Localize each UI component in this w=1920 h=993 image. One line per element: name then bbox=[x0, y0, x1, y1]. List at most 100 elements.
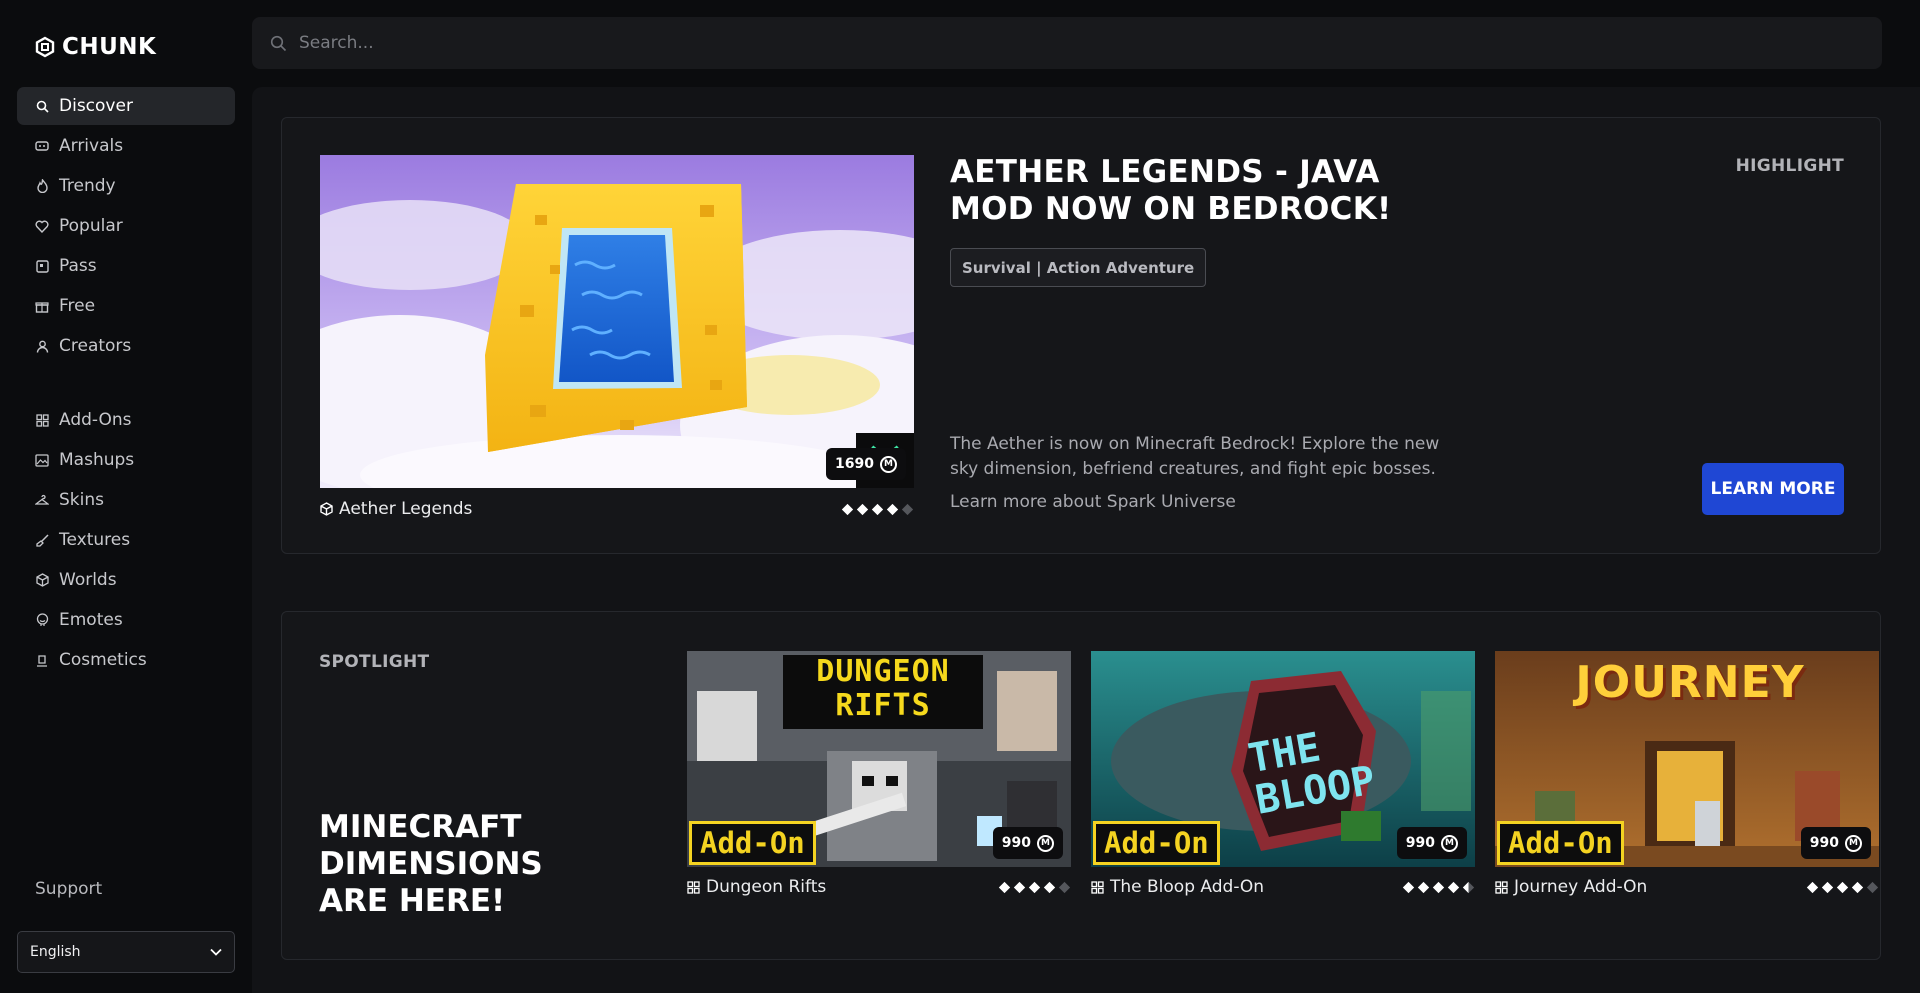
sidebar-item-label: Worlds bbox=[59, 570, 117, 590]
addon-icon bbox=[35, 413, 49, 427]
chevron-down-icon bbox=[210, 948, 222, 956]
sidebar-item-worlds[interactable]: Worlds bbox=[17, 561, 235, 599]
heart-icon bbox=[35, 219, 49, 233]
spotlight-title: MINECRAFT DIMENSIONS ARE HERE! bbox=[319, 809, 543, 919]
sidebar-item-label: Pass bbox=[59, 256, 97, 276]
language-value: English bbox=[30, 944, 81, 960]
product-title[interactable]: Aether Legends bbox=[320, 499, 472, 519]
product-cover[interactable]: THE BLOOP Add-On 990 M bbox=[1091, 651, 1475, 867]
spotlight-label: SPOTLIGHT bbox=[319, 652, 430, 672]
rating-stars bbox=[998, 881, 1071, 894]
sidebar-item-mashups[interactable]: Mashups bbox=[17, 441, 235, 479]
product-title[interactable]: The Bloop Add-On bbox=[1091, 877, 1264, 897]
highlight-card: 1690 M Aether Legends AETHER LEGENDS - J… bbox=[281, 117, 1881, 554]
sidebar-item-label: Arrivals bbox=[59, 136, 124, 156]
addon-badge: Add-On bbox=[1497, 821, 1624, 865]
gift-icon bbox=[35, 299, 49, 313]
aether-legends-cover[interactable]: 1690 M bbox=[320, 155, 914, 488]
rating-diamond-icon bbox=[901, 503, 914, 515]
sidebar-item-label: Free bbox=[59, 296, 96, 316]
search-bar[interactable]: Search... bbox=[252, 17, 1882, 69]
art-title: DUNGEON RIFTS bbox=[816, 654, 950, 723]
price-badge: 990 M bbox=[992, 827, 1063, 859]
sidebar-item-label: Emotes bbox=[59, 610, 123, 630]
sidebar-item-label: Cosmetics bbox=[59, 650, 147, 670]
price-badge: 990 M bbox=[1800, 827, 1871, 859]
product-name: The Bloop Add-On bbox=[1110, 877, 1265, 897]
addon-icon bbox=[687, 880, 700, 894]
support-link[interactable]: Support bbox=[35, 879, 102, 899]
sidebar-item-add-ons[interactable]: Add-Ons bbox=[17, 401, 235, 439]
price-value: 990 bbox=[1405, 835, 1435, 851]
product-card-journey[interactable]: JOURNEY Add-On 990 M Journey Add-On bbox=[1495, 651, 1879, 897]
pass-icon bbox=[35, 259, 49, 273]
sidebar-item-popular[interactable]: Popular bbox=[17, 207, 235, 245]
sidebar-item-creators[interactable]: Creators bbox=[17, 327, 235, 365]
product-name: Dungeon Rifts bbox=[706, 877, 827, 897]
sidebar-item-emotes[interactable]: Emotes bbox=[17, 601, 235, 639]
spotlight-section: SPOTLIGHT MINECRAFT DIMENSIONS ARE HERE!… bbox=[281, 611, 1881, 960]
minecoin-icon: M bbox=[880, 455, 897, 473]
minecoin-icon: M bbox=[1441, 834, 1458, 852]
product-caption: Aether Legends bbox=[320, 499, 914, 519]
highlight-label: HIGHLIGHT bbox=[1735, 156, 1844, 176]
rating-stars bbox=[1806, 881, 1879, 894]
product-cover[interactable]: JOURNEY Add-On 990 M bbox=[1495, 651, 1879, 867]
ticket-icon bbox=[35, 139, 49, 153]
rating-diamond-icon bbox=[1417, 881, 1430, 893]
minecoin-icon: M bbox=[1845, 834, 1862, 852]
product-card-dungeon-rifts[interactable]: DUNGEON RIFTS Add-On 990 M Dungeon Rifts bbox=[687, 651, 1071, 897]
rating-diamond-icon bbox=[1821, 881, 1834, 893]
rating-diamond-icon bbox=[1402, 881, 1415, 893]
aether-legends-art bbox=[320, 155, 914, 488]
flame-icon bbox=[35, 179, 49, 193]
rating-stars bbox=[1402, 881, 1475, 894]
product-card-the-bloop[interactable]: THE BLOOP Add-On 990 M The Bloop Add-On bbox=[1091, 651, 1475, 897]
product-caption: The Bloop Add-On bbox=[1091, 877, 1475, 897]
sidebar-item-free[interactable]: Free bbox=[17, 287, 235, 325]
rating-diamond-icon bbox=[1866, 881, 1879, 893]
rating-diamond-icon bbox=[841, 503, 854, 515]
sidebar-item-cosmetics[interactable]: Cosmetics bbox=[17, 641, 235, 679]
rating-stars bbox=[841, 503, 914, 516]
creator-link[interactable]: Learn more about Spark Universe bbox=[950, 492, 1236, 512]
product-title[interactable]: Journey Add-On bbox=[1495, 877, 1647, 897]
minecoin-icon: M bbox=[1037, 834, 1054, 852]
highlight-title: AETHER LEGENDS - JAVA MOD NOW ON BEDROCK… bbox=[950, 154, 1392, 227]
rating-diamond-icon bbox=[1432, 881, 1445, 893]
highlight-description: The Aether is now on Minecraft Bedrock! … bbox=[950, 434, 1440, 479]
rating-diamond-icon bbox=[1013, 881, 1026, 893]
addon-badge: Add-On bbox=[689, 821, 816, 865]
sidebar-item-trendy[interactable]: Trendy bbox=[17, 167, 235, 205]
sidebar-item-label: Skins bbox=[59, 490, 104, 510]
price-value: 990 bbox=[1001, 835, 1031, 851]
sidebar-item-pass[interactable]: Pass bbox=[17, 247, 235, 285]
rating-diamond-icon bbox=[1043, 881, 1056, 893]
product-caption: Journey Add-On bbox=[1495, 877, 1879, 897]
brush-icon bbox=[35, 533, 49, 547]
rating-diamond-icon bbox=[1028, 881, 1041, 893]
learn-more-button[interactable]: LEARN MORE bbox=[1702, 463, 1844, 515]
brand-logo[interactable]: CHUNK bbox=[34, 34, 156, 60]
sidebar-item-arrivals[interactable]: Arrivals bbox=[17, 127, 235, 165]
rating-diamond-icon bbox=[871, 503, 884, 515]
sidebar-item-label: Add-Ons bbox=[59, 410, 132, 430]
rating-diamond-icon bbox=[856, 503, 869, 515]
search-input[interactable]: Search... bbox=[299, 33, 374, 53]
rating-diamond-icon bbox=[1058, 881, 1071, 893]
price-badge: 990 M bbox=[1396, 827, 1467, 859]
sidebar-item-label: Popular bbox=[59, 216, 123, 236]
sidebar-item-discover[interactable]: Discover bbox=[17, 87, 235, 125]
sidebar-item-skins[interactable]: Skins bbox=[17, 481, 235, 519]
sidebar-item-label: Trendy bbox=[59, 176, 116, 196]
product-name: Aether Legends bbox=[339, 499, 473, 519]
sidebar-item-textures[interactable]: Textures bbox=[17, 521, 235, 559]
product-cover[interactable]: DUNGEON RIFTS Add-On 990 M bbox=[687, 651, 1071, 867]
addon-badge: Add-On bbox=[1093, 821, 1220, 865]
sidebar-item-label: Textures bbox=[59, 530, 131, 550]
hanger-icon bbox=[35, 493, 49, 507]
language-select[interactable]: English bbox=[17, 931, 235, 973]
product-title[interactable]: Dungeon Rifts bbox=[687, 877, 826, 897]
addon-icon bbox=[1495, 880, 1508, 894]
